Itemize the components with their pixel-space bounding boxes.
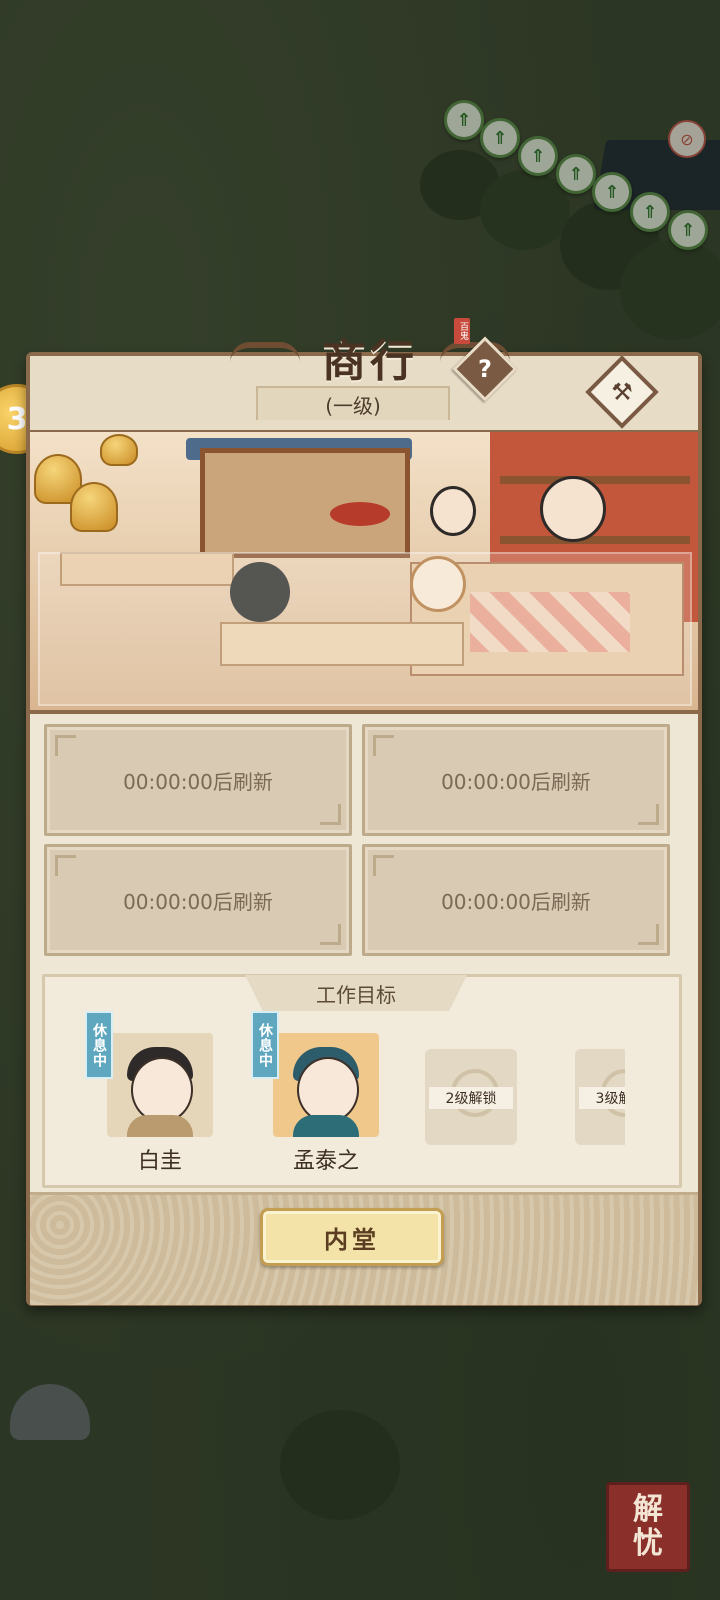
- locked-slot[interactable]: 2级解锁: [425, 1049, 517, 1145]
- status-badge: 休息中: [251, 1011, 279, 1079]
- work-target-section: 工作目标 休息中 白圭 休息中 孟泰之 2级解锁 3级: [42, 974, 682, 1188]
- locked-slot[interactable]: 3级解锁: [575, 1049, 625, 1145]
- npc-hat: [330, 502, 390, 526]
- unlock-requirement: 3级解锁: [579, 1087, 625, 1109]
- status-badge: 休息中: [85, 1011, 113, 1079]
- npc-character: [430, 486, 476, 536]
- member-name: 白圭: [137, 1149, 182, 1174]
- member-card[interactable]: 休息中 孟泰之: [251, 1011, 381, 1175]
- member-name: 孟泰之: [292, 1149, 359, 1174]
- shop-scene-illustration: [30, 432, 698, 714]
- scene-highlight: [38, 552, 692, 706]
- refresh-timer: 00:00:00后刷新: [123, 889, 273, 914]
- shop-panel: 商行 百鬼 ? ⚒ (一级) 00:00:00后刷新 00:00:00后刷新 0…: [26, 318, 702, 1306]
- trade-slot[interactable]: 00:00:00后刷新: [362, 724, 670, 836]
- trade-slot[interactable]: 00:00:00后刷新: [44, 844, 352, 956]
- shopkeeper-character: [540, 476, 606, 542]
- question-icon: ?: [478, 355, 492, 383]
- trade-slot[interactable]: 00:00:00后刷新: [44, 724, 352, 836]
- unlock-requirement: 2级解锁: [429, 1087, 513, 1109]
- panel-header: 商行 百鬼 ? ⚒ (一级): [30, 318, 698, 433]
- avatar: [107, 1033, 213, 1137]
- scene-shelf: [500, 476, 690, 484]
- title-banner: 商行 百鬼: [230, 318, 510, 392]
- scroll-ornament-left: [230, 342, 300, 370]
- bell-icon: [100, 434, 138, 466]
- title-seal: 百鬼: [454, 318, 470, 344]
- refresh-timer: 00:00:00后刷新: [441, 769, 591, 794]
- panel-title: 商行: [322, 336, 418, 387]
- member-list: 休息中 白圭 休息中 孟泰之 2级解锁 3级解锁: [45, 977, 625, 1185]
- refresh-timer: 00:00:00后刷新: [441, 889, 591, 914]
- refresh-timer: 00:00:00后刷新: [123, 769, 273, 794]
- inner-hall-button[interactable]: 内堂: [260, 1208, 444, 1266]
- avatar: [273, 1033, 379, 1137]
- notice-board: [200, 448, 410, 558]
- level-label: (一级): [256, 386, 450, 420]
- hammer-icon: ⚒: [611, 378, 633, 406]
- jieyou-button[interactable]: 解 忧: [606, 1482, 690, 1572]
- trade-slot[interactable]: 00:00:00后刷新: [362, 844, 670, 956]
- bell-icon: [70, 482, 118, 532]
- upgrade-building-button[interactable]: ⚒: [585, 355, 659, 429]
- scene-shelf: [500, 536, 690, 544]
- member-card[interactable]: 休息中 白圭: [85, 1011, 215, 1175]
